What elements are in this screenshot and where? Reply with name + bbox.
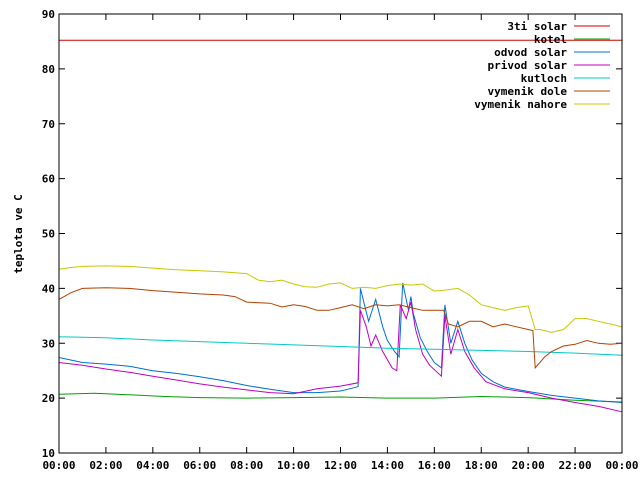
legend: 3ti solarkotelodvod solarprivod solarkut… xyxy=(474,20,610,111)
y-tick-label: 40 xyxy=(42,282,55,295)
x-tick-label: 16:00 xyxy=(418,459,451,472)
series-line-4 xyxy=(58,336,623,356)
x-tick-label: 00:00 xyxy=(42,459,75,472)
x-tick-label: 10:00 xyxy=(277,459,310,472)
y-tick-label: 20 xyxy=(42,392,55,405)
legend-label: vymenik nahore xyxy=(474,98,567,111)
series-line-6 xyxy=(58,265,623,333)
y-tick-label: 50 xyxy=(42,228,55,241)
legend-label: privod solar xyxy=(488,59,568,72)
y-tick-label: 60 xyxy=(42,173,55,186)
x-tick-label: 14:00 xyxy=(371,459,404,472)
series-line-2 xyxy=(58,282,623,403)
y-tick-label: 80 xyxy=(42,63,55,76)
x-tick-label: 08:00 xyxy=(230,459,263,472)
x-tick-label: 02:00 xyxy=(89,459,122,472)
y-tick-label: 30 xyxy=(42,337,55,350)
x-tick-label: 20:00 xyxy=(512,459,545,472)
y-axis-title: teplota ve C xyxy=(12,194,25,273)
x-tick-label: 06:00 xyxy=(183,459,216,472)
x-tick-label: 00:00 xyxy=(605,459,638,472)
legend-label: 3ti solar xyxy=(507,20,567,33)
x-tick-label: 04:00 xyxy=(136,459,169,472)
series-line-5 xyxy=(58,287,623,370)
legend-label: kotel xyxy=(534,33,567,46)
temperature-line-chart: teplota ve C 10203040506070809000:00 02:0… xyxy=(12,8,639,472)
legend-label: kutloch xyxy=(521,72,567,85)
x-tick-label: 18:00 xyxy=(465,459,498,472)
y-tick-label: 90 xyxy=(42,8,55,21)
legend-label: vymenik dole xyxy=(488,85,568,98)
y-tick-label: 70 xyxy=(42,118,55,131)
x-tick-label: 12:00 xyxy=(324,459,357,472)
legend-label: odvod solar xyxy=(494,46,567,59)
x-tick-label: 22:00 xyxy=(559,459,592,472)
